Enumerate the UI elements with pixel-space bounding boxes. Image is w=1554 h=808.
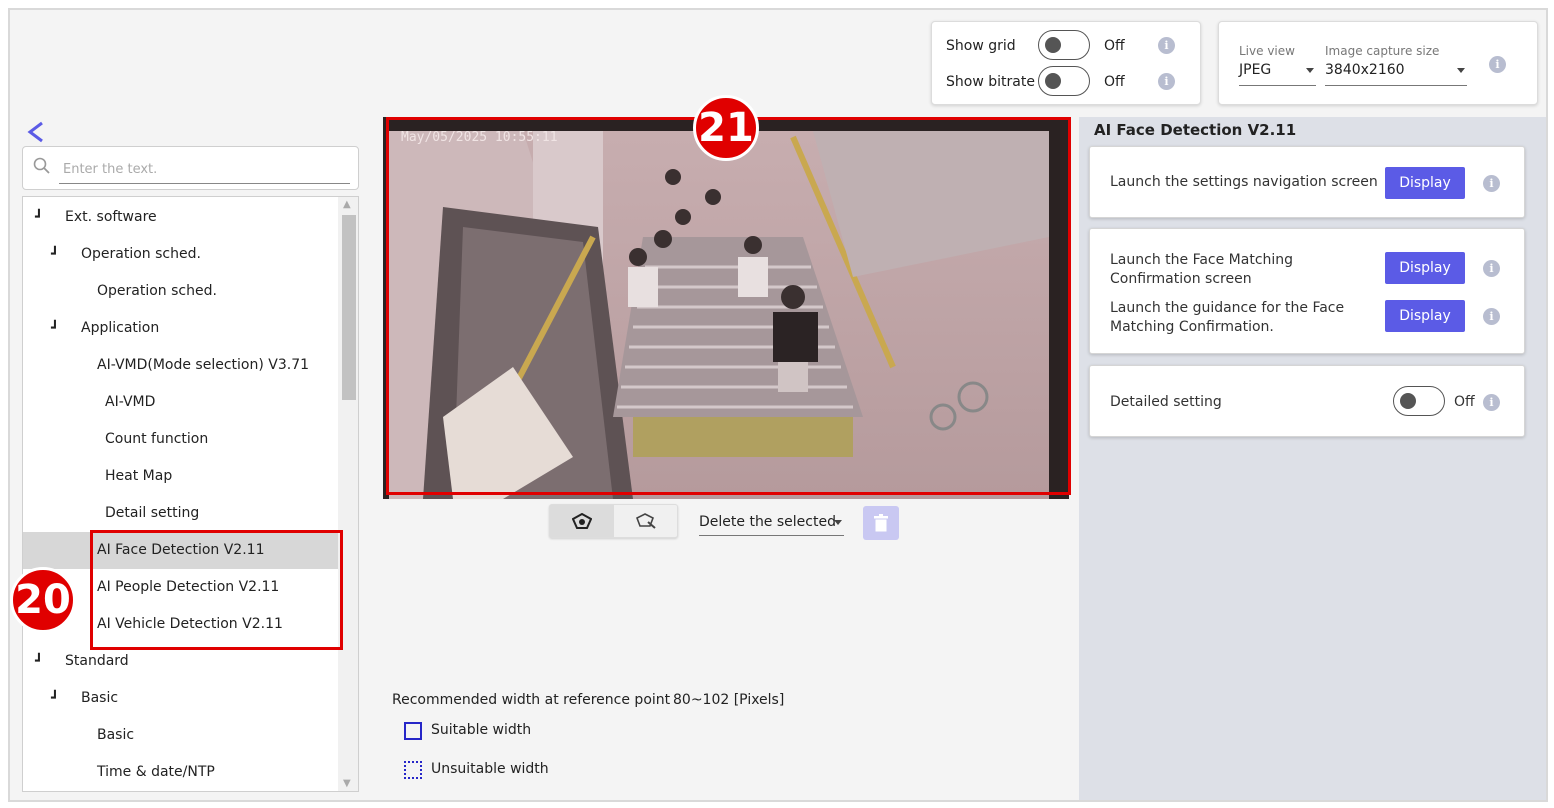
- search-icon: [33, 157, 50, 174]
- capture-size-select[interactable]: 3840x2160: [1325, 62, 1467, 86]
- unsuitable-width-label: Unsuitable width: [431, 761, 549, 777]
- tree-item-detail-setting[interactable]: Detail setting: [23, 495, 339, 532]
- tree-item-time-date-ntp[interactable]: Time & date/NTP: [23, 754, 339, 791]
- detailed-setting-state: Off: [1454, 394, 1475, 410]
- tree-item-ai-vmd-mode[interactable]: AI-VMD(Mode selection) V3.71: [23, 347, 339, 384]
- detailed-setting-toggle[interactable]: [1393, 386, 1445, 416]
- chevron-down-icon: [1306, 68, 1314, 73]
- info-icon[interactable]: i: [1158, 73, 1175, 90]
- collapse-icon[interactable]: ┛: [35, 643, 43, 680]
- launch-face-matching-label: Launch the Face Matching Confirmation sc…: [1110, 252, 1294, 287]
- info-icon[interactable]: i: [1489, 56, 1506, 73]
- recommended-width-value: 80~102 [Pixels]: [673, 692, 785, 708]
- suitable-width-swatch: [404, 722, 422, 740]
- info-icon[interactable]: i: [1483, 260, 1500, 277]
- tree-item-ext-software[interactable]: ┛ Ext. software: [23, 199, 339, 236]
- face-matching-display-button[interactable]: Display: [1385, 252, 1465, 284]
- tree-item-operation-sched-group[interactable]: ┛ Operation sched.: [23, 236, 339, 273]
- info-icon[interactable]: i: [1483, 175, 1500, 192]
- launch-settings-label: Launch the settings navigation screen: [1110, 174, 1378, 190]
- capture-size-label: Image capture size: [1325, 44, 1440, 58]
- delete-selected-select[interactable]: Delete the selected: [699, 510, 844, 536]
- search-field[interactable]: Enter the text.: [22, 146, 359, 190]
- delete-button[interactable]: [863, 506, 899, 540]
- show-bitrate-label: Show bitrate: [946, 74, 1035, 90]
- area-edit-icon: [636, 513, 656, 529]
- tree-item-operation-sched[interactable]: Operation sched.: [23, 273, 339, 310]
- live-view-label: Live view: [1239, 44, 1295, 58]
- area-shape-icon: [572, 513, 592, 529]
- tree-item-basic[interactable]: Basic: [23, 717, 339, 754]
- live-view-select[interactable]: JPEG: [1239, 62, 1316, 86]
- show-bitrate-state: Off: [1104, 74, 1125, 90]
- info-icon[interactable]: i: [1483, 308, 1500, 325]
- collapse-icon[interactable]: ┛: [51, 680, 59, 717]
- display-options-card: Show grid Off i Show bitrate Off i: [931, 21, 1201, 105]
- scroll-up-icon[interactable]: ▲: [343, 199, 351, 210]
- launch-guidance-label: Launch the guidance for the Face Matchin…: [1110, 300, 1345, 335]
- search-placeholder: Enter the text.: [63, 162, 158, 177]
- capture-size-value: 3840x2160: [1325, 62, 1405, 78]
- app-frame: Show grid Off i Show bitrate Off i Live …: [8, 8, 1548, 802]
- capture-options-card: Live view JPEG Image capture size 3840x2…: [1218, 21, 1538, 105]
- annotation-box-20: [90, 530, 343, 650]
- tree-item-count-function[interactable]: Count function: [23, 421, 339, 458]
- show-grid-toggle[interactable]: [1038, 30, 1090, 60]
- detailed-setting-card: Detailed setting Off i: [1089, 365, 1525, 437]
- face-matching-card: Launch the Face Matching Confirmation sc…: [1089, 228, 1525, 354]
- settings-panel-title: AI Face Detection V2.11: [1094, 121, 1297, 139]
- scroll-down-icon[interactable]: ▼: [343, 778, 351, 789]
- guidance-display-button[interactable]: Display: [1385, 300, 1465, 332]
- chevron-down-icon: [834, 520, 842, 525]
- detailed-setting-label: Detailed setting: [1110, 394, 1222, 410]
- info-icon[interactable]: i: [1483, 394, 1500, 411]
- show-bitrate-toggle[interactable]: [1038, 66, 1090, 96]
- tree-item-ai-vmd[interactable]: AI-VMD: [23, 384, 339, 421]
- annotation-badge-20: 20: [10, 567, 76, 633]
- suitable-width-label: Suitable width: [431, 722, 532, 738]
- back-arrow-icon[interactable]: [24, 120, 48, 144]
- tree-item-basic-group[interactable]: ┛ Basic: [23, 680, 339, 717]
- unsuitable-width-swatch: [404, 761, 422, 779]
- delete-selected-label: Delete the selected: [699, 514, 836, 530]
- roi-toolbar: [549, 504, 678, 538]
- settings-panel: [1079, 117, 1546, 800]
- launch-settings-display-button[interactable]: Display: [1385, 167, 1465, 199]
- show-grid-label: Show grid: [946, 38, 1016, 54]
- trash-icon: [874, 514, 888, 532]
- draw-area-button[interactable]: [550, 505, 614, 537]
- edit-area-button[interactable]: [614, 505, 678, 537]
- collapse-icon[interactable]: ┛: [51, 310, 59, 347]
- annotation-box-21: [386, 117, 1071, 495]
- live-view-value: JPEG: [1239, 62, 1272, 78]
- annotation-badge-21: 21: [693, 95, 759, 161]
- tree-scrollbar[interactable]: ▲ ▼: [338, 197, 358, 791]
- navigation-tree: ┛ Ext. software ┛ Operation sched. Operati…: [22, 196, 359, 792]
- tree-item-application[interactable]: ┛ Application: [23, 310, 339, 347]
- top-bar: Show grid Off i Show bitrate Off i Live …: [10, 10, 1546, 115]
- launch-settings-card: Launch the settings navigation screen Di…: [1089, 146, 1525, 218]
- collapse-icon[interactable]: ┛: [35, 199, 43, 236]
- chevron-down-icon: [1457, 68, 1465, 73]
- show-grid-state: Off: [1104, 38, 1125, 54]
- collapse-icon[interactable]: ┛: [51, 236, 59, 273]
- tree-item-heat-map[interactable]: Heat Map: [23, 458, 339, 495]
- recommended-width-label: Recommended width at reference point: [392, 692, 671, 708]
- scrollbar-thumb[interactable]: [342, 215, 356, 400]
- info-icon[interactable]: i: [1158, 37, 1175, 54]
